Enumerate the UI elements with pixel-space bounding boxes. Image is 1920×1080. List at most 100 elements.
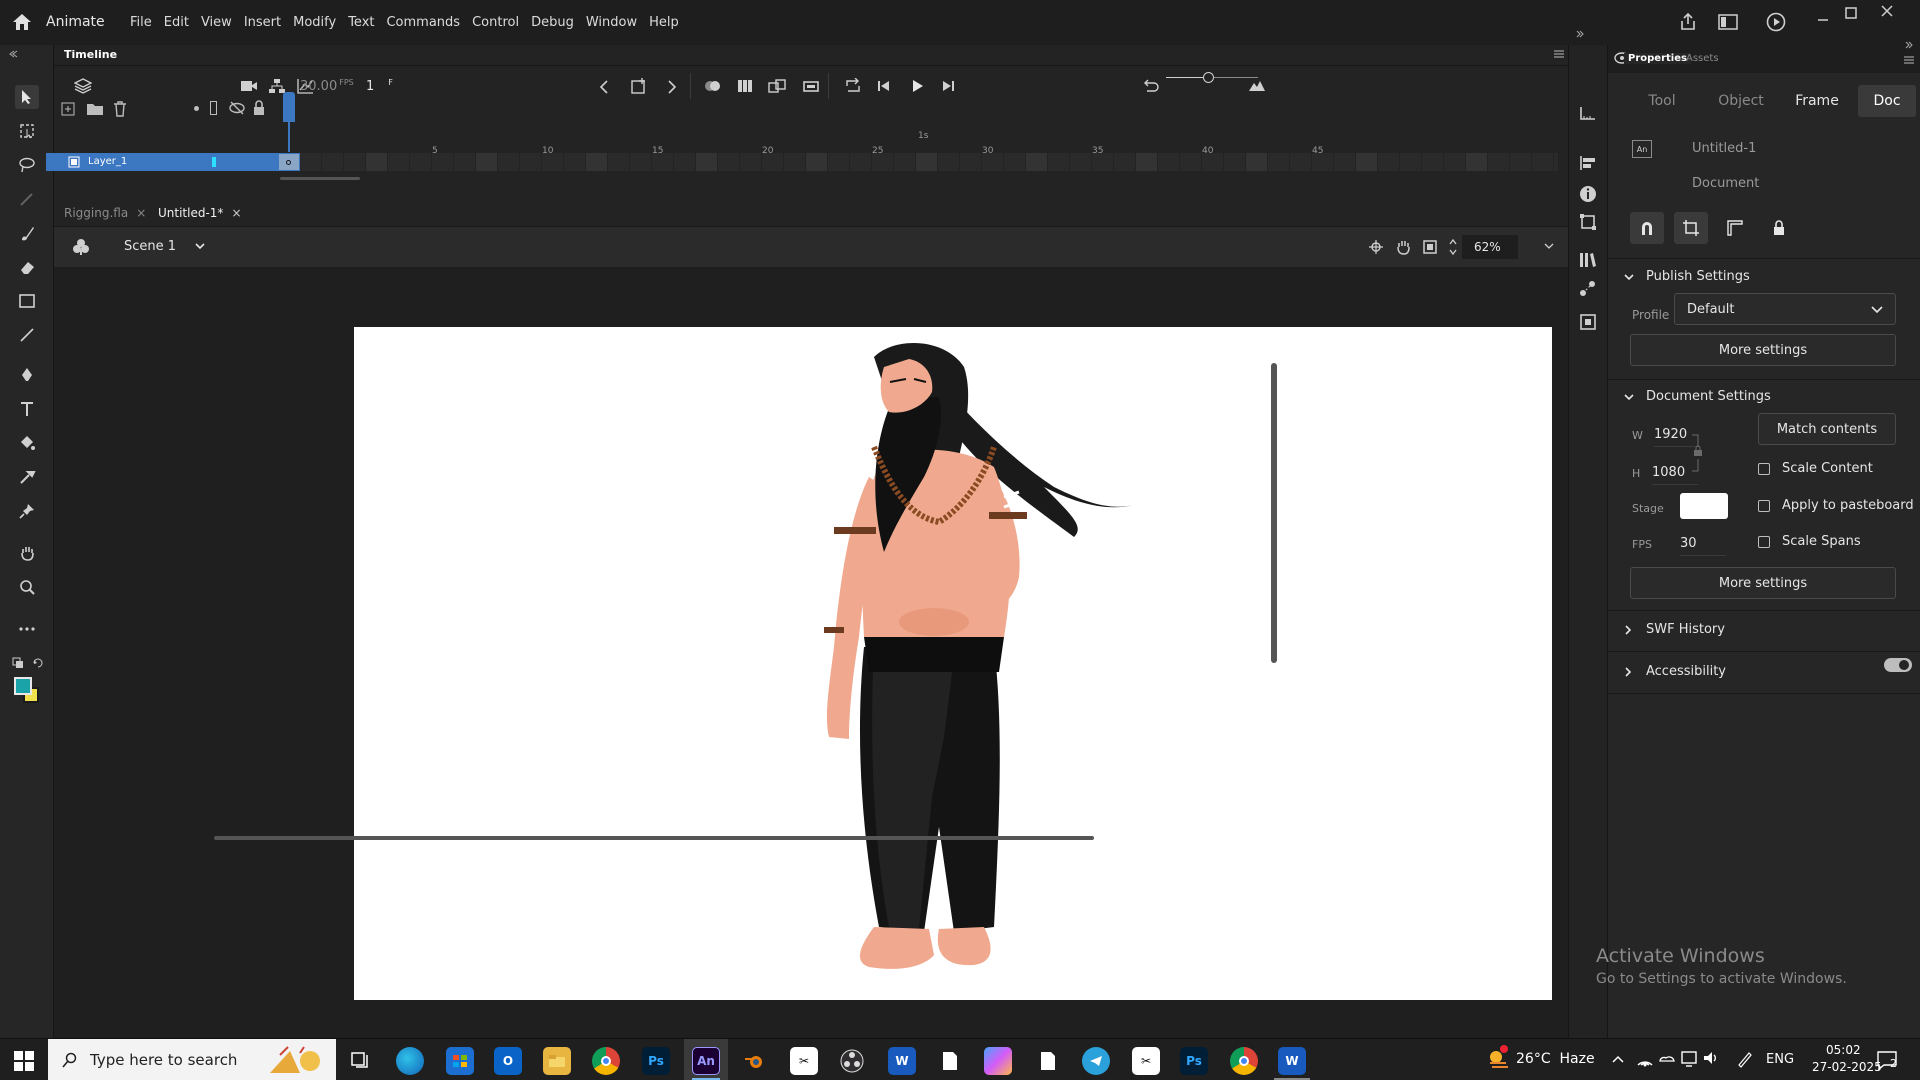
paint-bucket-tool-icon[interactable] [15,431,39,455]
taskbar-search-box[interactable]: Type here to search [48,1039,336,1080]
edge-icon[interactable] [396,1047,424,1075]
pencil-tool-icon[interactable] [15,187,39,211]
frame-cell[interactable] [1268,153,1290,171]
frame-cell[interactable] [960,153,982,171]
menu-commands[interactable]: Commands [386,15,460,30]
new-layer-icon[interactable] [60,101,76,117]
menu-debug[interactable]: Debug [531,15,574,30]
frame-cell[interactable] [674,153,696,171]
lock-layer-icon[interactable] [252,100,266,116]
frame-cell[interactable] [586,153,608,171]
frame-cell[interactable] [476,153,498,171]
volume-icon[interactable] [1702,1050,1720,1066]
frame-cell[interactable] [1224,153,1246,171]
outline-icon[interactable] [210,101,217,115]
menu-help[interactable]: Help [649,15,679,30]
frame-cell[interactable] [1290,153,1312,171]
minimize-icon[interactable] [1816,12,1830,26]
stage-area[interactable] [54,267,1568,1037]
frame-cell[interactable] [696,153,718,171]
test-movie-icon[interactable] [1766,12,1786,32]
menu-modify[interactable]: Modify [293,15,336,30]
tab-properties[interactable]: Properties [1624,53,1691,64]
frame-cell[interactable] [1048,153,1070,171]
pen-workspace-icon[interactable] [1736,1050,1754,1068]
weather-text[interactable]: 26°C Haze [1516,1051,1595,1067]
align-panel-icon[interactable] [1579,155,1597,171]
frame-cell[interactable] [740,153,762,171]
frame-cell[interactable] [388,153,410,171]
stage[interactable] [354,327,1552,1000]
tab-close-icon[interactable]: × [231,206,241,220]
tab-close-icon[interactable]: × [136,206,146,220]
menu-text[interactable]: Text [348,15,374,30]
ruler-panel-icon[interactable] [1579,105,1597,121]
layer-name[interactable]: Layer_1 [88,156,127,167]
eyedropper-tool-icon[interactable] [15,465,39,489]
blender-icon[interactable] [740,1047,768,1075]
frame-cell[interactable] [542,153,564,171]
stage-color-swatch[interactable] [1680,493,1728,519]
clock-date[interactable]: 27-02-2025 [1812,1060,1882,1074]
info-panel-icon[interactable] [1579,185,1597,203]
word-icon-2[interactable]: W [1278,1047,1306,1075]
swap-colors-icon[interactable] [32,657,44,669]
photoshop-icon-2[interactable]: Ps [1180,1047,1208,1075]
onedrive-icon[interactable] [1658,1051,1676,1067]
frame-cell[interactable] [1466,153,1488,171]
camera-icon[interactable] [240,79,258,93]
panel-menu-icon[interactable] [1904,55,1914,65]
center-frame-icon[interactable] [768,78,786,94]
frame-cell[interactable] [916,153,938,171]
frame-display[interactable]: 1 F [366,78,393,94]
frame-cell[interactable] [982,153,1004,171]
snap-icon[interactable] [1368,239,1384,255]
delete-layer-icon[interactable] [112,100,128,118]
stage-horizontal-scrollbar[interactable] [214,836,1094,840]
loop-range-icon[interactable] [802,78,820,94]
frame-cell[interactable] [498,153,520,171]
home-icon[interactable] [12,13,32,31]
frame-cell[interactable] [938,153,960,171]
maximize-icon[interactable] [1844,6,1858,20]
photoshop-icon[interactable]: Ps [642,1047,670,1075]
snap-to-objects-icon[interactable] [1630,212,1664,244]
share-icon[interactable] [1678,12,1698,32]
zoom-input[interactable]: 62% [1462,235,1518,259]
segment-frame[interactable]: Frame [1784,85,1850,117]
scale-spans-checkbox[interactable] [1758,536,1770,548]
keyframe-cell[interactable] [278,153,300,171]
frame-cell[interactable] [894,153,916,171]
frame-cell[interactable] [564,153,586,171]
edit-multiple-frames-icon[interactable] [736,78,754,94]
tab-rigging[interactable]: Rigging.fla × [64,206,146,220]
accessibility-toggle[interactable] [1884,658,1912,672]
default-colors-icon[interactable] [12,657,24,669]
panel-menu-icon[interactable] [1554,49,1564,59]
frame-cell[interactable] [432,153,454,171]
file-explorer-icon[interactable] [543,1047,571,1075]
frame-cell[interactable] [344,153,366,171]
transform-panel-icon[interactable] [1579,213,1597,231]
scale-content-checkbox[interactable] [1758,463,1770,475]
tab-untitled-1[interactable]: Untitled-1* × [158,206,242,220]
menu-file[interactable]: File [130,15,152,30]
eraser-tool-icon[interactable] [15,255,39,279]
frame-cell[interactable] [718,153,740,171]
frame-cell[interactable] [1070,153,1092,171]
frame-cell[interactable] [784,153,806,171]
free-transform-tool-icon[interactable] [15,119,39,143]
profile-select[interactable]: Default [1674,293,1896,325]
frame-cell[interactable] [1488,153,1510,171]
rotate-stage-icon[interactable] [1394,238,1412,256]
undo-scale-icon[interactable] [1142,78,1160,94]
onion-skin-icon[interactable] [704,79,722,93]
highlight-dot-icon[interactable] [194,106,199,111]
frame-cell[interactable] [608,153,630,171]
frame-cell[interactable] [850,153,872,171]
step-back-icon[interactable] [876,79,892,93]
frame-cell[interactable] [1334,153,1356,171]
brush-tool-icon[interactable] [15,221,39,245]
menu-insert[interactable]: Insert [244,15,281,30]
outlook-icon[interactable]: O [494,1047,522,1075]
